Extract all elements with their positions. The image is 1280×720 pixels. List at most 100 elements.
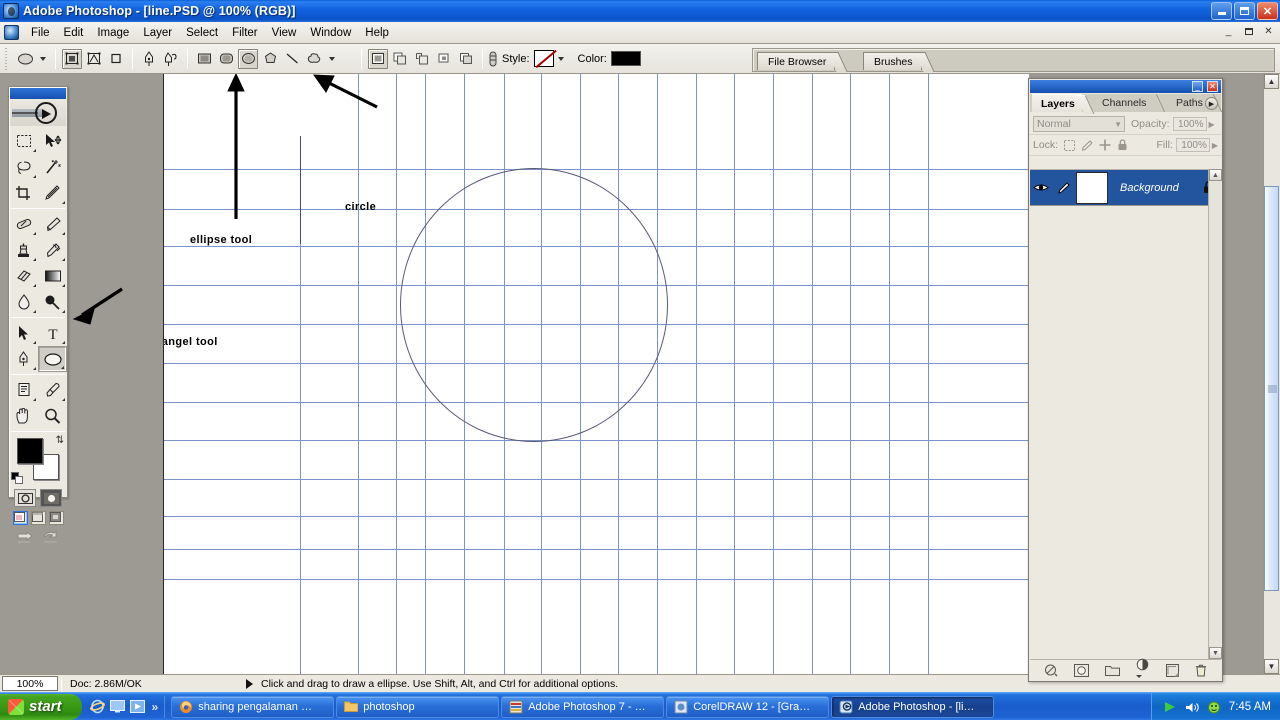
add-to-shape-area-button[interactable] bbox=[368, 48, 388, 69]
opacity-chevron-icon[interactable]: ▶ bbox=[1209, 120, 1215, 129]
show-desktop-icon[interactable] bbox=[110, 699, 126, 715]
new-group-button[interactable] bbox=[1105, 664, 1120, 676]
doc-minimize-button[interactable]: _ bbox=[1220, 24, 1237, 39]
tool-preset-chevron-down-icon[interactable] bbox=[40, 56, 46, 61]
tool-hand[interactable] bbox=[9, 403, 38, 429]
scroll-down-button[interactable]: ▼ bbox=[1264, 659, 1279, 674]
full-screen-with-menu-bar-button[interactable] bbox=[30, 511, 46, 525]
menu-filter[interactable]: Filter bbox=[225, 25, 265, 41]
layer-style-button[interactable] bbox=[1044, 664, 1058, 677]
taskbar-button-2[interactable]: Adobe Photoshop 7 - … bbox=[501, 695, 665, 718]
menu-select[interactable]: Select bbox=[179, 25, 225, 41]
vertical-scroll-thumb[interactable] bbox=[1264, 186, 1279, 591]
standard-screen-mode-button[interactable] bbox=[12, 511, 28, 525]
tool-type[interactable]: T bbox=[38, 320, 67, 346]
layers-scroll-up-button[interactable]: ▲ bbox=[1209, 169, 1222, 181]
swap-colors-icon[interactable]: ⇅ bbox=[56, 435, 64, 446]
ellipse-tool-button[interactable] bbox=[238, 48, 258, 69]
layers-list-scrollbar[interactable]: ▲ ▼ bbox=[1208, 169, 1222, 659]
layer-name[interactable]: Background bbox=[1120, 182, 1179, 194]
tool-rectangular-marquee[interactable] bbox=[9, 128, 38, 154]
scroll-up-button[interactable]: ▲ bbox=[1264, 74, 1279, 89]
palette-close-button[interactable]: ✕ bbox=[1207, 81, 1218, 92]
layer-visibility-eye-icon[interactable] bbox=[1030, 182, 1052, 193]
layer-active-brush-icon[interactable] bbox=[1052, 181, 1074, 194]
shape-options-chevron-down-icon[interactable] bbox=[329, 56, 335, 61]
default-colors-icon[interactable] bbox=[11, 472, 23, 484]
color-swatch[interactable] bbox=[610, 51, 641, 66]
close-button[interactable]: ✕ bbox=[1257, 2, 1278, 20]
start-button[interactable]: start bbox=[0, 693, 82, 720]
menu-view[interactable]: View bbox=[265, 25, 304, 41]
tool-crop[interactable] bbox=[9, 180, 38, 206]
lock-transparent-pixels-icon[interactable] bbox=[1064, 139, 1076, 151]
new-layer-button[interactable] bbox=[1166, 663, 1179, 677]
rounded-rectangle-tool-button[interactable] bbox=[216, 49, 236, 69]
volume-icon[interactable] bbox=[1185, 700, 1200, 715]
rectangle-tool-button[interactable] bbox=[194, 49, 214, 69]
jump-to-other-icon[interactable] bbox=[41, 530, 61, 546]
zoom-level-field[interactable]: 100% bbox=[2, 676, 58, 691]
tab-layers[interactable]: Layers bbox=[1032, 94, 1082, 112]
new-fill-adjustment-layer-button[interactable] bbox=[1136, 658, 1150, 683]
ellipse-shape-path[interactable] bbox=[400, 168, 668, 442]
tool-brush[interactable] bbox=[38, 211, 67, 237]
fill-chevron-icon[interactable]: ▶ bbox=[1212, 141, 1218, 150]
tool-history-brush[interactable] bbox=[38, 237, 67, 263]
media-play-icon[interactable] bbox=[1163, 700, 1178, 715]
quick-mask-mode-button[interactable] bbox=[40, 489, 62, 507]
tool-dodge[interactable] bbox=[38, 289, 67, 315]
standard-mode-button[interactable] bbox=[14, 489, 36, 507]
canvas-vertical-scrollbar[interactable]: ▲ ▼ bbox=[1263, 74, 1280, 674]
taskbar-clock[interactable]: 7:45 AM bbox=[1229, 701, 1271, 713]
minimize-button[interactable] bbox=[1211, 2, 1232, 20]
menu-window[interactable]: Window bbox=[303, 25, 358, 41]
tool-notes[interactable] bbox=[9, 377, 38, 403]
palette-well-tab-brushes[interactable]: Brushes bbox=[863, 52, 922, 70]
palette-well-tab-file-browser[interactable]: File Browser bbox=[757, 52, 836, 70]
restore-button[interactable] bbox=[1234, 2, 1255, 20]
taskbar-button-4[interactable]: Adobe Photoshop - [li… bbox=[831, 695, 995, 718]
tool-pen[interactable] bbox=[9, 346, 38, 372]
document-icon[interactable] bbox=[4, 25, 19, 40]
quick-launch-overflow-chevron-icon[interactable]: » bbox=[152, 700, 159, 714]
doc-restore-button[interactable] bbox=[1240, 24, 1257, 39]
tool-healing-brush[interactable] bbox=[9, 211, 38, 237]
opacity-value[interactable]: 100% bbox=[1172, 117, 1207, 131]
fill-value[interactable]: 100% bbox=[1175, 138, 1210, 152]
line-tool-button[interactable] bbox=[282, 49, 302, 69]
tool-clone-stamp[interactable] bbox=[9, 237, 38, 263]
menu-file[interactable]: File bbox=[24, 25, 57, 41]
tool-ellipse-shape[interactable] bbox=[38, 346, 67, 372]
menu-help[interactable]: Help bbox=[358, 25, 396, 41]
full-screen-mode-button[interactable] bbox=[48, 511, 64, 525]
style-swatch[interactable] bbox=[533, 50, 554, 67]
tool-zoom[interactable] bbox=[38, 403, 67, 429]
palette-menu-button[interactable]: ▶ bbox=[1205, 97, 1218, 110]
menu-layer[interactable]: Layer bbox=[136, 25, 179, 41]
taskbar-button-1[interactable]: photoshop bbox=[336, 695, 500, 718]
messenger-icon[interactable] bbox=[1207, 700, 1222, 715]
lock-all-icon[interactable] bbox=[1117, 139, 1128, 151]
tool-gradient[interactable] bbox=[38, 263, 67, 289]
tool-preset-picker[interactable] bbox=[14, 49, 36, 69]
intersect-shape-areas-button[interactable] bbox=[412, 49, 432, 69]
internet-explorer-icon[interactable] bbox=[90, 699, 106, 715]
polygon-tool-button[interactable] bbox=[260, 49, 280, 69]
tool-eyedropper[interactable] bbox=[38, 377, 67, 403]
image-canvas[interactable]: ellipse tool circle ractangel tool bbox=[163, 74, 1029, 674]
document-size-info[interactable]: Doc: 2.86M/OK bbox=[70, 678, 240, 690]
tool-slice[interactable] bbox=[38, 180, 67, 206]
chevron-down-icon[interactable] bbox=[1136, 674, 1142, 678]
menu-image[interactable]: Image bbox=[90, 25, 136, 41]
blend-mode-select[interactable]: Normal ▼ bbox=[1033, 116, 1125, 132]
layer-mask-button[interactable] bbox=[1074, 663, 1089, 677]
toolbox-title-bar[interactable] bbox=[10, 88, 66, 99]
shape-layers-button[interactable] bbox=[62, 48, 82, 69]
subtract-from-shape-area-button[interactable] bbox=[390, 49, 410, 69]
jump-to-imageready-icon[interactable] bbox=[16, 530, 36, 546]
exclude-overlapping-shape-areas-button[interactable] bbox=[434, 49, 454, 69]
fill-pixels-button[interactable] bbox=[106, 49, 126, 69]
freeform-pen-tool-button[interactable] bbox=[161, 49, 181, 69]
tool-lasso[interactable] bbox=[9, 154, 38, 180]
